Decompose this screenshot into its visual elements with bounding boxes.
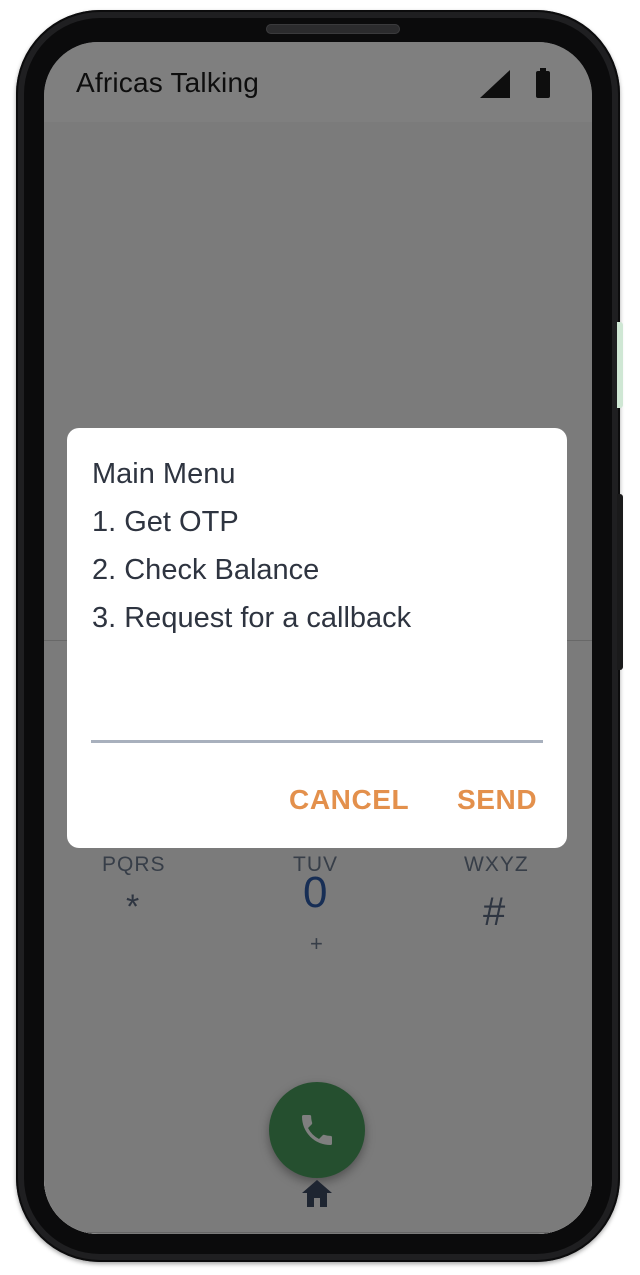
menu-option-1: 1. Get OTP: [92, 506, 239, 538]
volume-button: [617, 494, 623, 670]
menu-option-3: 3. Request for a callback: [92, 602, 412, 634]
dialog-title: Main Menu: [92, 458, 236, 490]
response-input[interactable]: [91, 698, 547, 740]
input-underline: [91, 740, 543, 743]
cancel-button[interactable]: CANCEL: [289, 784, 409, 816]
ussd-dialog: Main Menu 1. Get OTP 2. Check Balance 3.…: [67, 428, 567, 848]
send-button[interactable]: SEND: [457, 784, 537, 816]
phone-screen: Africas Talking PQRS TUV WXYZ * 0 + # Ma…: [44, 42, 592, 1234]
menu-option-2: 2. Check Balance: [92, 554, 320, 586]
earpiece-speaker: [266, 24, 400, 34]
power-button: [617, 322, 623, 408]
